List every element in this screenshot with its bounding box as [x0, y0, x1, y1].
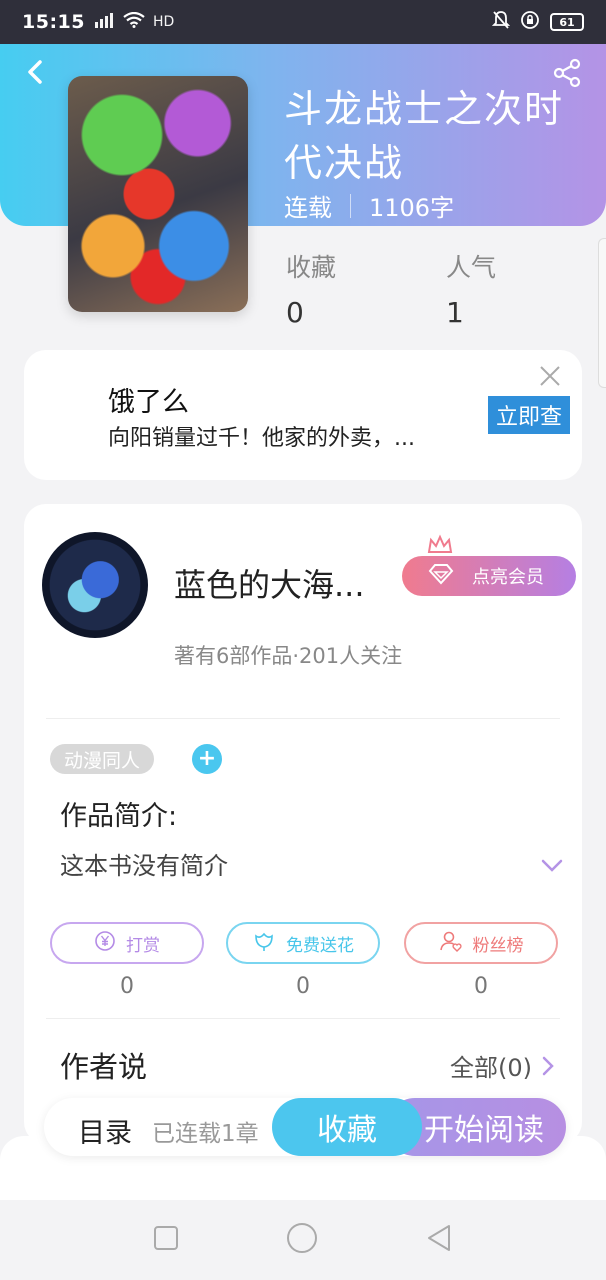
book-meta: 连载 1106字: [284, 188, 454, 223]
chevron-left-icon: [28, 60, 42, 84]
battery-icon: 61: [550, 13, 584, 31]
close-icon: [540, 366, 560, 386]
circle-icon: [286, 1223, 317, 1253]
tip-button[interactable]: 打赏: [50, 922, 204, 964]
send-flower-label: 免费送花: [286, 935, 354, 956]
wifi-icon: [123, 11, 145, 32]
send-flower-button[interactable]: 免费送花: [226, 922, 380, 964]
home-button[interactable]: [286, 1222, 318, 1258]
lock-rotation-icon: [520, 10, 540, 34]
meta-divider: [350, 193, 351, 218]
vip-button[interactable]: 点亮会员: [402, 556, 576, 596]
add-tag-button[interactable]: +: [192, 744, 222, 774]
system-nav-bar: [0, 1200, 606, 1280]
bottom-action-bar: 目录 已连载1章 开始阅读 收藏: [44, 1098, 566, 1156]
network-label: HD: [152, 14, 175, 30]
stat-label-popularity: 人气: [446, 253, 497, 282]
ad-title: 饿了么: [108, 387, 189, 418]
signal-icon: [93, 12, 115, 32]
side-scroll-handle[interactable]: [598, 238, 606, 388]
book-cover-image[interactable]: [68, 76, 248, 312]
crown-icon: [426, 534, 454, 556]
back-nav-button[interactable]: [425, 1223, 453, 1257]
author-avatar[interactable]: [42, 532, 148, 638]
ad-cta-button[interactable]: 立即查: [488, 396, 570, 434]
ad-banner[interactable]: 饿了么 向阳销量过千！他家的外卖，... 立即查: [24, 350, 582, 480]
book-detail-card: 蓝色的大海... 点亮会员 著有6部作品·201人关注 动漫同人 + 作品简介:…: [24, 504, 582, 1144]
chapter-count: 已连载1章: [152, 1121, 259, 1147]
word-count: 1106字: [369, 194, 455, 222]
author-info: 著有6部作品·201人关注: [174, 644, 403, 668]
ad-close-button[interactable]: [538, 364, 562, 388]
triangle-back-icon: [427, 1225, 450, 1251]
flower-icon: [252, 930, 276, 957]
recent-apps-button[interactable]: [153, 1225, 179, 1255]
book-status: 连载: [284, 194, 332, 222]
status-time: 15:15: [22, 11, 85, 33]
status-bar: 15:15 HD 61: [0, 0, 606, 44]
intro-text: 这本书没有简介: [60, 852, 228, 880]
fan-ranking-button[interactable]: 粉丝榜: [404, 922, 558, 964]
mute-icon: [491, 10, 511, 34]
yen-coin-icon: [94, 930, 116, 957]
divider: [46, 718, 560, 719]
diamond-icon: [428, 563, 454, 590]
expand-intro-button[interactable]: [540, 856, 564, 876]
tip-count: 0: [120, 974, 134, 999]
book-title: 斗龙战士之次时代决战: [284, 87, 565, 185]
collect-button[interactable]: 收藏: [272, 1098, 422, 1156]
tag-chip[interactable]: 动漫同人: [50, 744, 155, 774]
chevron-right-icon: [542, 1056, 554, 1075]
fan-ranking-label: 粉丝榜: [472, 935, 524, 956]
vip-button-label: 点亮会员: [472, 567, 544, 588]
divider: [46, 1018, 560, 1019]
toc-button[interactable]: 目录: [78, 1111, 132, 1150]
author-says-heading: 作者说: [60, 1050, 148, 1084]
ad-description: 向阳销量过千！他家的外卖，...: [108, 426, 415, 451]
flower-count: 0: [296, 974, 310, 999]
back-button[interactable]: [22, 58, 50, 86]
user-heart-icon: [439, 930, 463, 957]
square-icon: [154, 1226, 179, 1250]
all-link-label: 全部(0): [450, 1054, 532, 1082]
stat-value-favorites: 0: [286, 296, 304, 329]
intro-label: 作品简介:: [60, 801, 178, 832]
stat-label-favorites: 收藏: [286, 253, 337, 282]
fan-count: 0: [474, 974, 488, 999]
chevron-down-icon: [541, 859, 563, 872]
tip-label: 打赏: [126, 935, 160, 956]
author-name[interactable]: 蓝色的大海...: [174, 560, 365, 606]
stat-value-popularity: 1: [446, 296, 464, 329]
author-says-all-link[interactable]: 全部(0): [450, 1048, 554, 1083]
